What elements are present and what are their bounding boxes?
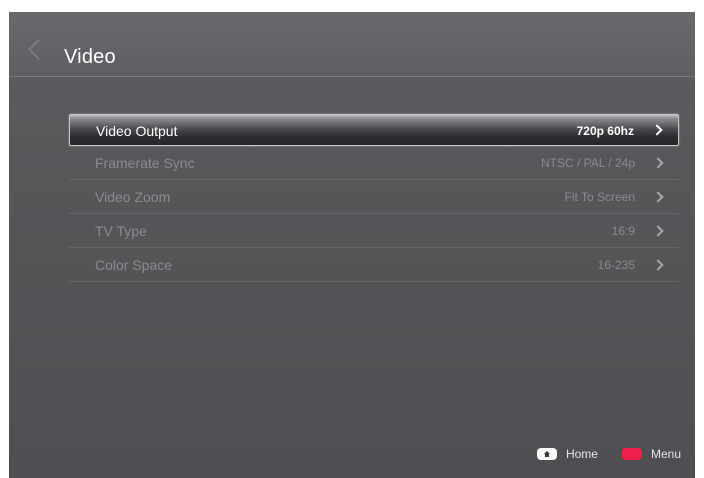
menu-item-label: Video Output xyxy=(96,123,178,139)
menu-item-framerate-sync[interactable]: Framerate Sync NTSC / PAL / 24p xyxy=(69,147,679,180)
menu-hint[interactable]: Menu xyxy=(621,447,681,461)
settings-screen: Video Video Output 720p 60hz Framerate S… xyxy=(9,12,695,478)
menu-item-video-zoom[interactable]: Video Zoom Fit To Screen xyxy=(69,181,679,214)
chevron-right-icon xyxy=(652,259,664,271)
header-bar: Video xyxy=(9,12,695,77)
chevron-right-icon xyxy=(652,191,664,203)
home-hint-label: Home xyxy=(565,447,598,461)
menu-item-value: 720p 60hz xyxy=(576,124,634,138)
menu-item-label: Framerate Sync xyxy=(95,155,195,171)
menu-item-label: Color Space xyxy=(95,257,173,273)
red-key-icon xyxy=(621,448,642,460)
menu-item-label: Video Zoom xyxy=(95,189,171,205)
home-hint[interactable]: Home xyxy=(536,447,598,461)
page-title: Video xyxy=(64,46,116,68)
home-key-icon xyxy=(536,448,557,460)
menu-item-value: Fit To Screen xyxy=(564,190,635,204)
button-hints: Home Menu xyxy=(536,445,681,463)
chevron-right-icon xyxy=(651,124,663,136)
chevron-left-icon[interactable] xyxy=(27,38,50,61)
menu-hint-label: Menu xyxy=(650,447,681,461)
menu-item-value: 16-235 xyxy=(597,258,635,272)
menu-item-tv-type[interactable]: TV Type 16:9 xyxy=(69,215,679,248)
chevron-right-icon xyxy=(652,157,664,169)
chevron-right-icon xyxy=(652,225,664,237)
menu-item-video-output[interactable]: Video Output 720p 60hz xyxy=(69,114,679,146)
menu-item-value: 16:9 xyxy=(611,224,635,238)
menu-item-value: NTSC / PAL / 24p xyxy=(540,156,635,170)
menu-item-color-space[interactable]: Color Space 16-235 xyxy=(69,249,679,282)
menu-item-label: TV Type xyxy=(95,223,147,239)
settings-menu-list: Video Output 720p 60hz Framerate Sync NT… xyxy=(69,114,679,283)
